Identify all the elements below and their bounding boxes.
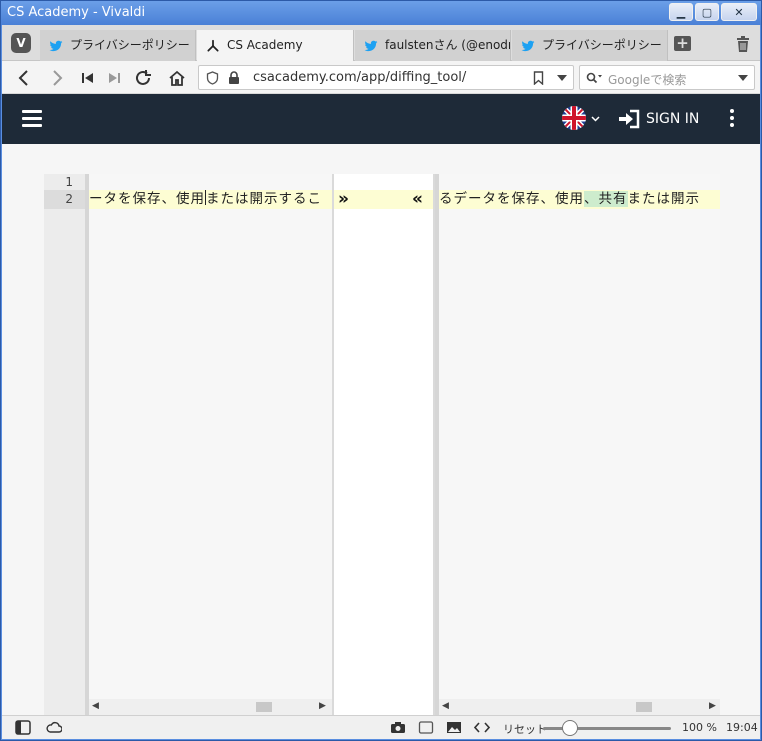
image-icon[interactable] (446, 720, 462, 735)
right-editor-pane[interactable]: るデータを保存、使用、共有または開示 ◀ ▶ (435, 174, 720, 715)
zoom-slider-handle[interactable] (562, 720, 578, 736)
tab-privacy-policy-2[interactable]: プライバシーポリシー (512, 30, 668, 61)
url-text: csacademy.com/app/diffing_tool/ (253, 70, 467, 85)
minimize-button[interactable]: ▁ (669, 3, 693, 21)
merge-right-button[interactable]: » (338, 190, 349, 209)
rewind-icon[interactable] (79, 69, 97, 87)
tab-faulsten[interactable]: faulstenさん (@enodrant (355, 30, 511, 61)
diff-tool-content: 1 2 ータを保存、使用または開示するこ ◀ ▶ » « るデータを保存、使用、… (2, 144, 760, 715)
line-number: 2 (44, 190, 85, 209)
line-number-gutter: 1 2 (44, 174, 85, 715)
more-options-icon[interactable] (730, 109, 736, 129)
sign-in-button[interactable]: SIGN IN (618, 107, 699, 131)
cloud-sync-icon[interactable] (46, 720, 62, 735)
chevron-down-icon[interactable] (738, 75, 748, 81)
scroll-left-icon[interactable]: ◀ (92, 701, 99, 711)
status-bar: リセット 100 % 19:04 (2, 715, 760, 739)
twitter-icon (364, 40, 378, 52)
maximize-button[interactable]: ▢ (695, 3, 719, 21)
sign-in-label: SIGN IN (646, 111, 700, 127)
left-changed-line[interactable]: ータを保存、使用または開示するこ (89, 190, 332, 209)
lock-icon (229, 71, 239, 84)
merge-gutter: » « (332, 174, 435, 715)
twitter-icon (49, 40, 63, 52)
scroll-right-icon[interactable]: ▶ (319, 701, 326, 711)
added-text: 、共有 (584, 191, 628, 207)
tile-icon[interactable] (418, 720, 434, 735)
window-titlebar[interactable]: CS Academy - Vivaldi ▁ ▢ ✕ (1, 1, 761, 25)
tab-label: プライバシーポリシー (70, 38, 190, 52)
zoom-reset-button[interactable]: リセット (503, 721, 547, 737)
tab-bar: V プライバシーポリシー CS Academy faulstenさん (@eno… (2, 25, 760, 61)
trash-icon[interactable] (736, 36, 750, 52)
sign-in-icon (619, 109, 640, 129)
new-tab-button[interactable]: + (674, 36, 691, 51)
panel-toggle-icon[interactable] (15, 720, 31, 735)
chevron-down-icon[interactable] (591, 116, 600, 122)
scrollbar-thumb[interactable] (256, 702, 272, 712)
fast-forward-icon[interactable] (105, 69, 123, 87)
scroll-right-icon[interactable]: ▶ (709, 701, 716, 711)
tab-label: プライバシーポリシー (542, 38, 662, 52)
clock: 19:04 (726, 721, 758, 734)
tab-label: CS Academy (227, 38, 303, 52)
window-title: CS Academy - Vivaldi (7, 5, 146, 20)
left-editor-pane[interactable]: ータを保存、使用または開示するこ ◀ ▶ (85, 174, 332, 715)
home-icon[interactable] (168, 69, 186, 87)
shield-icon[interactable] (206, 71, 219, 85)
left-horizontal-scrollbar[interactable]: ◀ ▶ (89, 699, 332, 715)
browser-window: CS Academy - Vivaldi ▁ ▢ ✕ V プライバシーポリシー … (0, 0, 762, 741)
right-horizontal-scrollbar[interactable]: ◀ ▶ (439, 699, 720, 715)
camera-icon[interactable] (390, 720, 406, 735)
scrollbar-thumb[interactable] (636, 702, 652, 712)
back-icon[interactable] (15, 69, 33, 87)
twitter-icon (521, 40, 535, 52)
address-bar[interactable]: csacademy.com/app/diffing_tool/ (198, 65, 574, 90)
tab-privacy-policy-1[interactable]: プライバシーポリシー (40, 30, 196, 61)
bookmark-icon[interactable] (533, 71, 544, 85)
merge-left-button[interactable]: « (412, 190, 423, 209)
search-icon (586, 72, 602, 84)
scroll-left-icon[interactable]: ◀ (442, 701, 449, 711)
forward-icon[interactable] (48, 69, 66, 87)
vivaldi-menu-icon[interactable]: V (11, 33, 31, 53)
uk-flag-icon[interactable] (562, 106, 586, 130)
left-line-text-before: ータを保存、使用 (89, 191, 205, 207)
search-placeholder: Googleで検索 (608, 73, 687, 87)
merge-row: » « (334, 190, 433, 209)
zoom-level: 100 % (682, 721, 717, 734)
right-line-text-a: るデータを保存、使用 (439, 191, 584, 207)
code-icon[interactable] (474, 720, 490, 735)
tab-cs-academy[interactable]: CS Academy (197, 30, 354, 61)
reload-icon[interactable] (134, 69, 152, 87)
line-number: 1 (65, 175, 73, 189)
right-changed-line[interactable]: るデータを保存、使用、共有または開示 (439, 190, 720, 209)
close-window-button[interactable]: ✕ (721, 3, 757, 21)
tab-label: faulstenさん (@enodrant (385, 38, 510, 52)
hamburger-menu-icon[interactable] (22, 110, 42, 127)
navigation-bar: csacademy.com/app/diffing_tool/ Googleで検… (2, 61, 760, 94)
left-line-text-after: または開示するこ (206, 191, 322, 207)
csacademy-icon (207, 39, 219, 52)
site-header: SIGN IN (2, 94, 760, 144)
chevron-down-icon[interactable] (557, 75, 567, 81)
search-field[interactable]: Googleで検索 (579, 65, 755, 90)
right-line-text-b: または開示 (627, 191, 700, 207)
